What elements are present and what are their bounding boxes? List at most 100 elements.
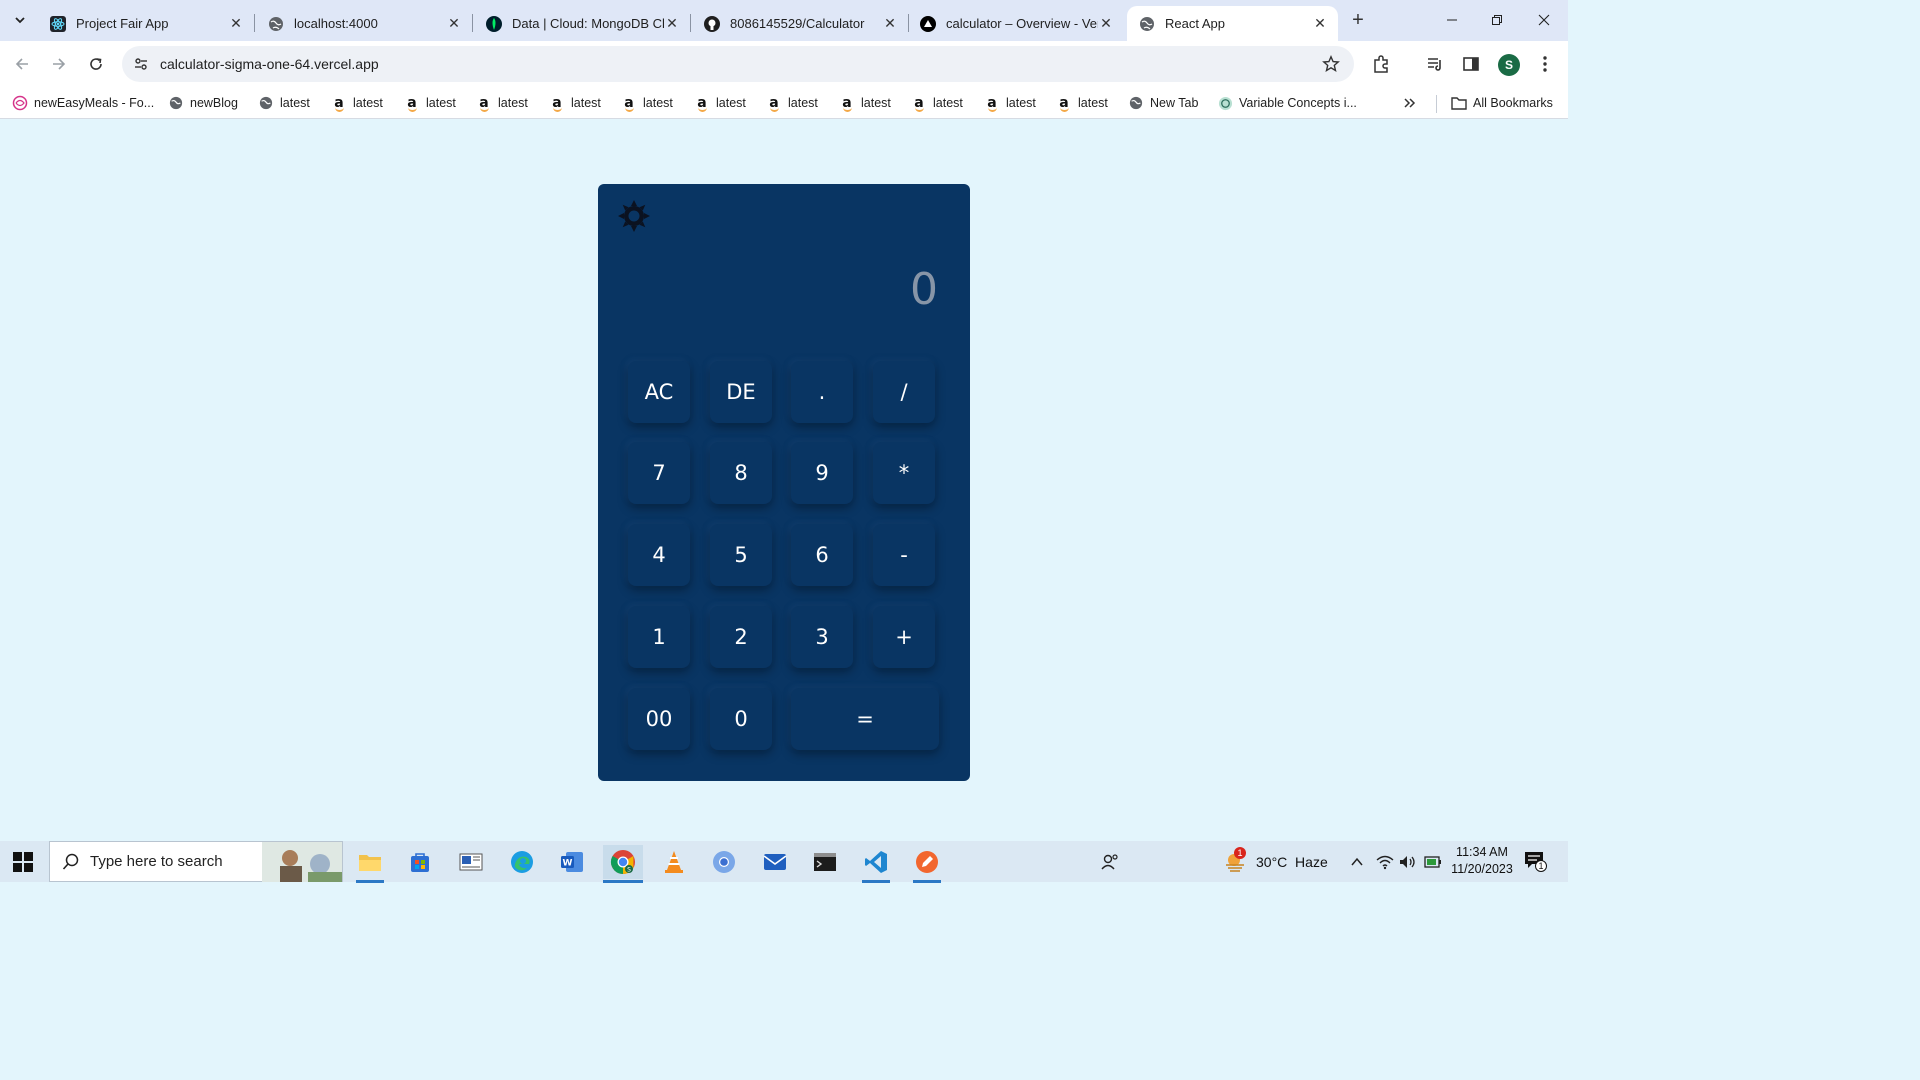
tab-github-calculator[interactable]: 8086145529/Calculator ✕ (692, 6, 909, 41)
browser-menu-button[interactable] (1534, 53, 1556, 75)
bookmark-item[interactable]: a latest (621, 94, 673, 112)
start-button[interactable] (12, 851, 34, 873)
taskbar-vlc[interactable] (654, 845, 694, 879)
more-bookmarks-button[interactable] (1403, 94, 1417, 112)
bookmark-item[interactable]: New Tab (1128, 94, 1198, 112)
weather-widget[interactable]: 1 30°C Haze (1224, 841, 1328, 882)
key-equals[interactable]: = (791, 688, 939, 750)
restore-button[interactable] (1485, 8, 1509, 32)
notification-center-button[interactable]: 1 (1524, 841, 1547, 882)
close-icon[interactable]: ✕ (1098, 15, 1114, 32)
key-3[interactable]: 3 (791, 606, 853, 668)
amazon-icon: a (552, 95, 563, 112)
close-icon[interactable]: ✕ (882, 15, 898, 32)
volume-button[interactable] (1399, 841, 1417, 882)
bookmark-item[interactable]: a latest (476, 94, 528, 112)
all-bookmarks-button[interactable]: All Bookmarks (1451, 94, 1553, 112)
taskbar-chromium[interactable] (704, 845, 744, 879)
taskbar-news[interactable] (451, 845, 491, 879)
taskbar-clock[interactable]: 11:34 AM 11/20/2023 (1446, 844, 1518, 878)
bookmark-item[interactable]: a latest (404, 94, 456, 112)
key-multiply[interactable]: * (873, 442, 935, 504)
amazon-icon: a (769, 95, 780, 112)
show-hidden-icons-button[interactable] (1350, 841, 1364, 882)
taskbar-edge[interactable] (502, 845, 542, 879)
bookmark-item[interactable]: newBlog (168, 94, 238, 112)
wifi-icon (1376, 855, 1394, 869)
tab-project-fair-app[interactable]: Project Fair App ✕ (38, 6, 255, 41)
tab-localhost[interactable]: localhost:4000 ✕ (256, 6, 473, 41)
key-delete[interactable]: DE (710, 361, 772, 423)
close-icon[interactable]: ✕ (1312, 15, 1328, 32)
minimize-button[interactable] (1440, 8, 1464, 32)
bookmark-item[interactable]: a latest (331, 94, 383, 112)
extensions-button[interactable] (1370, 53, 1392, 75)
key-4[interactable]: 4 (628, 524, 690, 586)
close-icon[interactable]: ✕ (228, 15, 244, 32)
search-icon (62, 853, 80, 871)
taskbar-vscode[interactable] (856, 845, 896, 883)
theme-toggle-button[interactable] (616, 198, 652, 234)
key-8[interactable]: 8 (710, 442, 772, 504)
tab-title: calculator – Overview - Ver (946, 16, 1098, 31)
bookmark-item[interactable]: newEasyMeals - Fo... (12, 94, 154, 112)
bookmark-item[interactable]: Variable Concepts i... (1217, 94, 1357, 112)
taskbar-store[interactable] (400, 845, 440, 879)
key-9[interactable]: 9 (791, 442, 853, 504)
key-6[interactable]: 6 (791, 524, 853, 586)
side-panel-button[interactable] (1460, 53, 1482, 75)
key-7[interactable]: 7 (628, 442, 690, 504)
key-add[interactable]: + (873, 606, 935, 668)
taskbar-terminal[interactable] (805, 845, 845, 879)
back-button[interactable] (10, 52, 34, 76)
bookmark-item[interactable]: a latest (766, 94, 818, 112)
bookmark-item[interactable]: a latest (1056, 94, 1108, 112)
tab-react-app[interactable]: React App ✕ (1127, 6, 1338, 41)
amazon-icon: a (842, 95, 853, 112)
forward-button[interactable] (47, 52, 71, 76)
close-icon[interactable]: ✕ (446, 15, 462, 32)
search-highlight-illustration (262, 842, 342, 882)
key-0[interactable]: 0 (710, 688, 772, 750)
profile-avatar[interactable]: S (1498, 54, 1520, 76)
site-settings-icon[interactable] (132, 55, 150, 73)
key-all-clear[interactable]: AC (628, 361, 690, 423)
battery-button[interactable] (1424, 841, 1442, 882)
media-controls-button[interactable] (1424, 53, 1446, 75)
bookmark-item[interactable]: a latest (549, 94, 601, 112)
weather-alert-badge: 1 (1234, 846, 1246, 859)
address-bar[interactable]: calculator-sigma-one-64.vercel.app (122, 46, 1354, 82)
key-decimal[interactable]: . (791, 361, 853, 423)
taskbar-drawing-app[interactable] (907, 845, 947, 883)
side-panel-icon (1463, 57, 1479, 71)
bookmark-item[interactable]: latest (258, 94, 310, 112)
close-window-button[interactable] (1532, 8, 1556, 32)
bookmark-item[interactable]: a latest (839, 94, 891, 112)
key-double-zero[interactable]: 00 (628, 688, 690, 750)
tab-mongodb[interactable]: Data | Cloud: MongoDB Cl ✕ (474, 6, 691, 41)
taskbar-search-input[interactable]: Type here to search (49, 841, 343, 882)
network-button[interactable] (1376, 841, 1394, 882)
bookmark-label: latest (1006, 96, 1036, 110)
key-5[interactable]: 5 (710, 524, 772, 586)
taskbar-chrome[interactable]: S (603, 845, 643, 883)
taskbar-mail[interactable] (755, 845, 795, 879)
bookmark-item[interactable]: a latest (694, 94, 746, 112)
tray-people-button[interactable] (1100, 841, 1120, 882)
reload-button[interactable] (84, 52, 108, 76)
taskbar-file-explorer[interactable] (350, 845, 390, 883)
bookmark-star-icon[interactable] (1322, 55, 1340, 73)
key-divide[interactable]: / (873, 361, 935, 423)
bookmark-item[interactable]: a latest (911, 94, 963, 112)
taskbar-word[interactable]: W (552, 845, 592, 879)
globe-icon (1128, 95, 1144, 111)
new-tab-button[interactable]: + (1346, 8, 1370, 32)
key-1[interactable]: 1 (628, 606, 690, 668)
key-2[interactable]: 2 (710, 606, 772, 668)
tab-vercel-overview[interactable]: calculator – Overview - Ver ✕ (908, 6, 1124, 41)
bookmark-item[interactable]: a latest (984, 94, 1036, 112)
calculator-display: 0 (910, 264, 938, 315)
tab-search-button[interactable] (8, 8, 32, 32)
key-subtract[interactable]: - (873, 524, 935, 586)
close-icon[interactable]: ✕ (664, 15, 680, 32)
